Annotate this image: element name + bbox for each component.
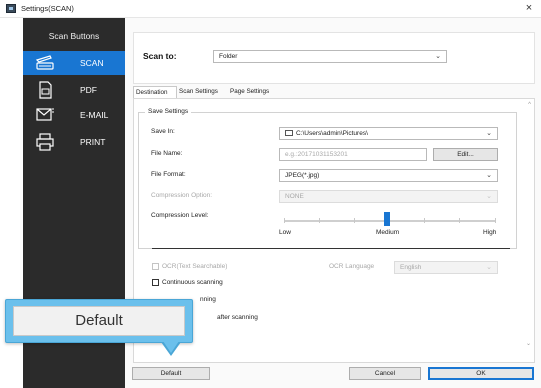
sidebar-item-label: E-MAIL: [80, 110, 109, 120]
ocr-language-value: English: [400, 264, 422, 271]
tab-page-settings[interactable]: Page Settings: [228, 86, 278, 98]
continuous-scanning-checkbox[interactable]: [152, 279, 159, 286]
scroll-down-icon[interactable]: ⌄: [526, 340, 531, 347]
tab-destination[interactable]: Destination: [133, 86, 177, 98]
default-callout-label: Default: [13, 306, 185, 336]
compression-level-label: Compression Level:: [151, 212, 209, 219]
partial-option-label: nning: [200, 296, 216, 303]
save-in-value: C:\Users\admin\Pictures\: [296, 130, 368, 137]
scan-to-value: Folder: [219, 53, 238, 60]
default-callout: Default: [5, 299, 193, 343]
file-format-select[interactable]: JPEG(*.jpg) ⌄: [279, 169, 498, 182]
cancel-button[interactable]: Cancel: [349, 367, 421, 380]
scan-to-box: Scan to: Folder ⌄: [133, 32, 535, 84]
ok-button[interactable]: OK: [428, 367, 534, 380]
ocr-checkbox[interactable]: [152, 263, 159, 270]
sidebar-item-print[interactable]: PRINT: [23, 130, 125, 154]
scan-to-select[interactable]: Folder ⌄: [213, 50, 447, 63]
pdf-document-icon: [39, 81, 52, 99]
scanner-icon: [35, 55, 54, 70]
sidebar-item-email[interactable]: E-MAIL: [23, 103, 125, 127]
callout-pointer: [161, 341, 181, 356]
compression-low-label: Low: [279, 229, 291, 236]
chevron-down-icon: ⌄: [486, 264, 492, 271]
email-icon: [36, 108, 54, 121]
sidebar-item-pdf[interactable]: PDF: [23, 78, 125, 102]
sidebar-item-scan[interactable]: SCAN: [23, 51, 125, 75]
sidebar-item-label: PRINT: [80, 137, 106, 147]
tab-scan-settings[interactable]: Scan Settings: [177, 86, 228, 98]
window-title: Settings(SCAN): [21, 4, 74, 13]
chevron-down-icon: ⌄: [486, 172, 492, 179]
compression-option-select[interactable]: NONE ⌄: [279, 190, 498, 203]
file-format-value: JPEG(*.jpg): [285, 172, 320, 179]
save-settings-legend: Save Settings: [145, 108, 192, 115]
file-format-label: File Format:: [151, 171, 186, 178]
compression-option-label: Compression Option:: [151, 192, 213, 199]
sidebar-title: Scan Buttons: [48, 31, 100, 41]
compression-option-value: NONE: [285, 193, 304, 200]
title-bar: Settings(SCAN) ×: [0, 0, 541, 18]
chevron-down-icon: ⌄: [486, 130, 492, 137]
save-in-label: Save In:: [151, 128, 175, 135]
save-in-select[interactable]: C:\Users\admin\Pictures\ ⌄: [279, 127, 498, 140]
compression-level-ticks: [284, 218, 496, 224]
chevron-down-icon: ⌄: [486, 193, 492, 200]
compression-high-label: High: [483, 229, 497, 236]
compression-level-thumb[interactable]: [384, 212, 390, 226]
scroll-up-icon[interactable]: ^: [528, 102, 531, 108]
printer-icon: [36, 133, 54, 151]
file-name-placeholder: e.g.:20171031153201: [285, 151, 348, 158]
file-name-field[interactable]: e.g.:20171031153201: [279, 148, 427, 161]
folder-icon: [285, 130, 293, 136]
partial-option-label-2: after scanning: [217, 314, 258, 321]
close-icon[interactable]: ×: [522, 1, 536, 15]
file-name-label: File Name:: [151, 150, 183, 157]
sidebar-item-label: PDF: [80, 85, 97, 95]
sidebar-item-label: SCAN: [80, 58, 104, 68]
chevron-down-icon: ⌄: [435, 53, 441, 60]
edit-button[interactable]: Edit...: [433, 148, 498, 161]
ocr-language-label: OCR Language: [329, 263, 375, 270]
scanner-app-icon: [6, 4, 16, 13]
compression-medium-label: Medium: [376, 229, 400, 236]
default-button[interactable]: Default: [132, 367, 210, 380]
ocr-language-select[interactable]: English ⌄: [394, 261, 498, 274]
ocr-label: OCR(Text Searchable): [162, 263, 228, 270]
section-divider: [152, 248, 510, 249]
continuous-scanning-label: Continuous scanning: [162, 279, 223, 286]
scan-to-label: Scan to:: [143, 51, 177, 61]
